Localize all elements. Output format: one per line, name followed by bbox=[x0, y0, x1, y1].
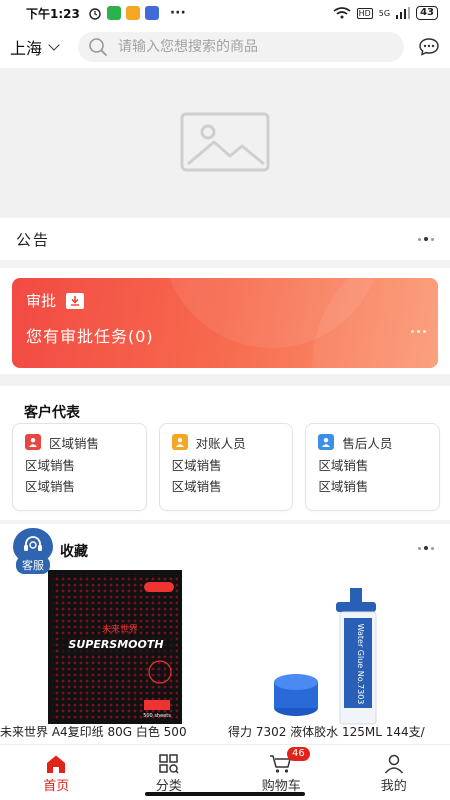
tab-profile[interactable]: 我的 bbox=[338, 745, 450, 800]
customer-service-button[interactable]: 客服 bbox=[6, 528, 60, 574]
search-icon bbox=[89, 38, 107, 56]
category-icon bbox=[159, 754, 179, 774]
more-notifications-icon: ··· bbox=[169, 5, 186, 21]
rep-line: 区域销售 bbox=[318, 458, 369, 473]
product-card[interactable]: SUPERSMOOTH 未来世界 500 sheets 未来世界 A4复印纸 8… bbox=[0, 564, 220, 739]
customer-service-label: 客服 bbox=[16, 556, 50, 574]
image-placeholder-icon bbox=[180, 112, 270, 172]
person-icon bbox=[318, 434, 335, 450]
person-icon bbox=[171, 434, 188, 450]
search-input[interactable] bbox=[118, 39, 394, 55]
more-dots-icon bbox=[411, 330, 426, 333]
wechat-icon bbox=[106, 6, 121, 20]
battery-indicator: 43 bbox=[416, 6, 438, 20]
app-icon-2 bbox=[144, 6, 159, 20]
section-title: 收藏 bbox=[60, 544, 88, 560]
rep-card-aftersales[interactable]: 售后人员 区域销售 区域销售 bbox=[305, 423, 441, 511]
carousel-dots bbox=[418, 237, 434, 241]
rep-card-reconciliation[interactable]: 对账人员 区域销售 区域销售 bbox=[158, 423, 294, 511]
home-indicator bbox=[145, 792, 305, 796]
svg-text:SUPERSMOOTH: SUPERSMOOTH bbox=[68, 638, 163, 651]
rep-line: 区域销售 bbox=[25, 458, 76, 473]
city-selector[interactable]: 上海 bbox=[10, 35, 78, 59]
favorites-section: 收藏 SUPERSMOOTH 未来世界 500 sheets 未来世界 A4复印… bbox=[0, 524, 450, 744]
cart-count-badge: 46 bbox=[287, 747, 310, 761]
city-label: 上海 bbox=[10, 39, 43, 58]
tab-home[interactable]: 首页 bbox=[0, 745, 113, 800]
rep-card-sales[interactable]: 区域销售 区域销售 区域销售 bbox=[12, 423, 147, 511]
tab-label: 首页 bbox=[43, 779, 70, 794]
product-name: 得力 7302 液体胶水 125ML 144支/ bbox=[228, 725, 425, 739]
product-image-glue: Water Glue No.7303 bbox=[274, 588, 377, 725]
banner-carousel[interactable] bbox=[0, 68, 450, 216]
notice-title: 公告 bbox=[16, 230, 51, 249]
rep-line: 区域销售 bbox=[171, 458, 222, 473]
svg-text:未来世界: 未来世界 bbox=[102, 623, 138, 635]
alarm-icon bbox=[89, 8, 101, 20]
rep-line: 区域销售 bbox=[171, 479, 222, 494]
search-bar[interactable] bbox=[78, 32, 404, 62]
tab-label: 我的 bbox=[380, 779, 407, 794]
product-card[interactable]: Water Glue No.7303 得力 7302 液体胶水 125ML 14… bbox=[228, 564, 448, 739]
svg-text:500 sheets: 500 sheets bbox=[143, 713, 171, 719]
customer-rep-section: 客户代表 区域销售 区域销售 区域销售 对账人员 区域销售 区域销售 售后人员 … bbox=[0, 386, 450, 520]
headset-icon bbox=[24, 536, 42, 551]
rep-line: 区域销售 bbox=[25, 479, 76, 494]
chevron-down-icon bbox=[48, 39, 60, 51]
app-icon bbox=[125, 6, 140, 20]
product-image-paper: SUPERSMOOTH 未来世界 500 sheets bbox=[48, 570, 182, 724]
home-icon bbox=[47, 755, 66, 773]
message-button[interactable] bbox=[404, 32, 440, 62]
section-title: 客户代表 bbox=[24, 405, 80, 421]
approval-section: 审批 您有审批任务(0) bbox=[0, 268, 450, 374]
status-bar: 下午1:23 ··· HD 5G 43 bbox=[0, 0, 450, 26]
signal-icon bbox=[396, 7, 411, 19]
notice-bar[interactable]: 公告 bbox=[0, 218, 450, 260]
carousel-dots bbox=[418, 546, 434, 550]
download-icon bbox=[66, 292, 85, 309]
approval-message: 您有审批任务(0) bbox=[26, 327, 154, 346]
approval-title: 审批 bbox=[26, 292, 57, 310]
person-icon bbox=[25, 434, 41, 450]
approval-card[interactable]: 审批 您有审批任务(0) bbox=[12, 278, 438, 368]
clock: 下午1:23 bbox=[26, 6, 80, 21]
user-icon bbox=[384, 754, 403, 774]
product-name: 未来世界 A4复印纸 80G 白色 500 bbox=[0, 725, 187, 739]
rep-role: 区域销售 bbox=[49, 435, 100, 451]
chat-bubble-icon bbox=[419, 38, 439, 56]
bottom-tab-bar: 首页 分类 购物车 46 我的 bbox=[0, 744, 450, 800]
rep-line: 区域销售 bbox=[318, 479, 369, 494]
header: 上海 bbox=[0, 26, 450, 68]
signal-type: 5G bbox=[378, 8, 391, 18]
wifi-icon bbox=[333, 7, 351, 19]
svg-text:Water Glue No.7303: Water Glue No.7303 bbox=[356, 624, 365, 705]
hd-indicator: HD bbox=[356, 7, 373, 19]
notification-icons: ··· bbox=[88, 5, 186, 21]
rep-role: 对账人员 bbox=[195, 435, 246, 451]
rep-role: 售后人员 bbox=[342, 435, 393, 451]
